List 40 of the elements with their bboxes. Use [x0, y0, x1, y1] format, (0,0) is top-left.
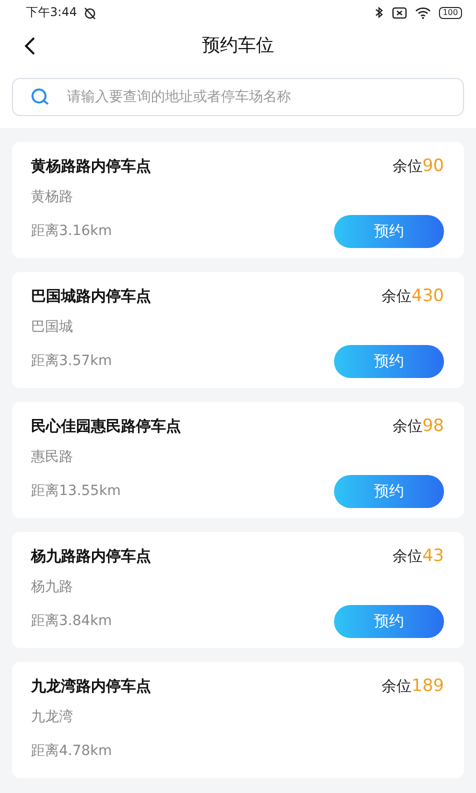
remaining-count: 98: [422, 416, 444, 436]
back-icon[interactable]: [24, 37, 36, 55]
parking-address: 巴国城: [31, 318, 74, 336]
parking-card[interactable]: 黄杨路路内停车点 余位90 黄杨路 距离3.16km 预约: [12, 142, 464, 258]
remaining-label: 余位: [392, 157, 422, 176]
parking-name: 九龙湾路内停车点: [31, 676, 151, 696]
remaining-count: 43: [422, 546, 444, 566]
remaining-count: 189: [412, 676, 444, 696]
parking-distance: 距离4.78km: [31, 742, 112, 760]
parking-name: 杨九路路内停车点: [31, 546, 151, 566]
status-time: 下午3:44: [26, 4, 77, 21]
remaining-count: 430: [412, 286, 444, 306]
parking-address: 黄杨路: [31, 188, 74, 206]
parking-distance: 距离3.16km: [31, 222, 112, 240]
page-title: 预约车位: [202, 34, 274, 57]
parking-address: 九龙湾: [31, 708, 74, 726]
remaining-label: 余位: [382, 677, 412, 696]
alarm-off-icon: [82, 6, 97, 20]
parking-distance: 距离3.84km: [31, 612, 112, 630]
remaining-count: 90: [422, 156, 444, 176]
parking-card[interactable]: 民心佳园惠民路停车点 余位98 惠民路 距离13.55km 预约: [12, 402, 464, 518]
parking-distance: 距离3.57km: [31, 352, 112, 370]
bluetooth-icon: [374, 6, 384, 19]
remaining-label: 余位: [392, 417, 422, 436]
parking-card[interactable]: 巴国城路内停车点 余位430 巴国城 距离3.57km 预约: [12, 272, 464, 388]
search-icon: [30, 88, 50, 106]
parking-name: 民心佳园惠民路停车点: [31, 416, 181, 436]
parking-address: 惠民路: [31, 448, 74, 466]
remaining-label: 余位: [382, 287, 412, 306]
parking-name: 黄杨路路内停车点: [31, 156, 151, 176]
search-field[interactable]: 请输入要查询的地址或者停车场名称: [12, 78, 464, 116]
wifi-icon: [414, 6, 431, 18]
parking-address: 杨九路: [31, 578, 74, 596]
sim-icon: [392, 6, 407, 18]
parking-name: 巴国城路内停车点: [31, 286, 151, 306]
remaining-label: 余位: [392, 547, 422, 566]
parking-card[interactable]: 九龙湾路内停车点 余位189 九龙湾 距离4.78km: [12, 662, 464, 778]
parking-distance: 距离13.55km: [31, 482, 121, 500]
battery-level: 100: [438, 6, 462, 18]
parking-card[interactable]: 杨九路路内停车点 余位43 杨九路 距离3.84km 预约: [12, 532, 464, 648]
